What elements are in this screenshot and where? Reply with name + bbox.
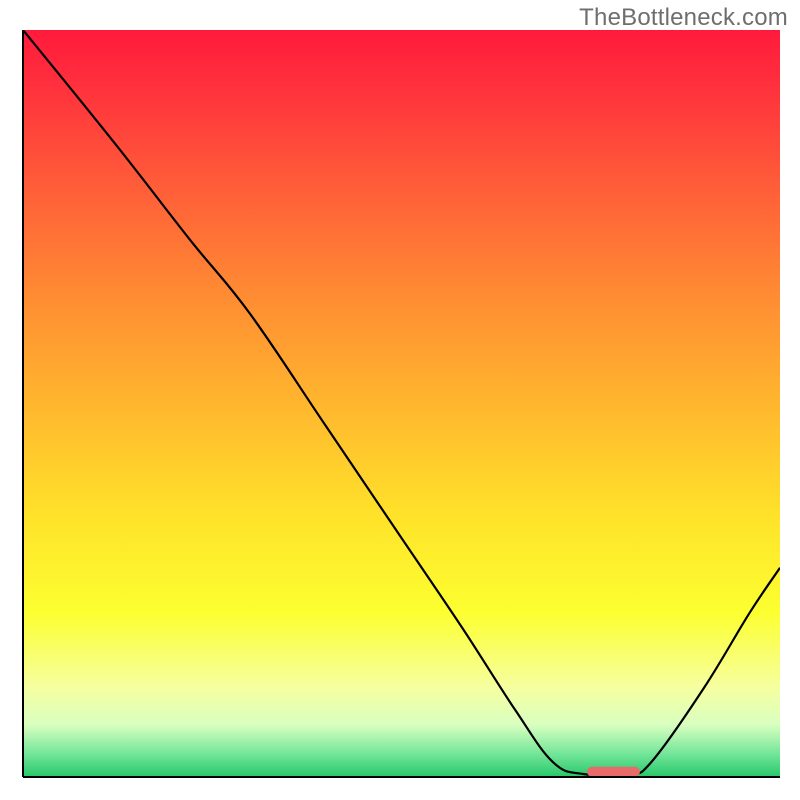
bottleneck-chart xyxy=(20,30,780,780)
chart-container: TheBottleneck.com xyxy=(0,0,800,800)
chart-background xyxy=(23,30,780,777)
watermark-text: TheBottleneck.com xyxy=(579,4,788,32)
plot-area xyxy=(20,30,780,780)
optimal-range-marker xyxy=(587,767,640,777)
